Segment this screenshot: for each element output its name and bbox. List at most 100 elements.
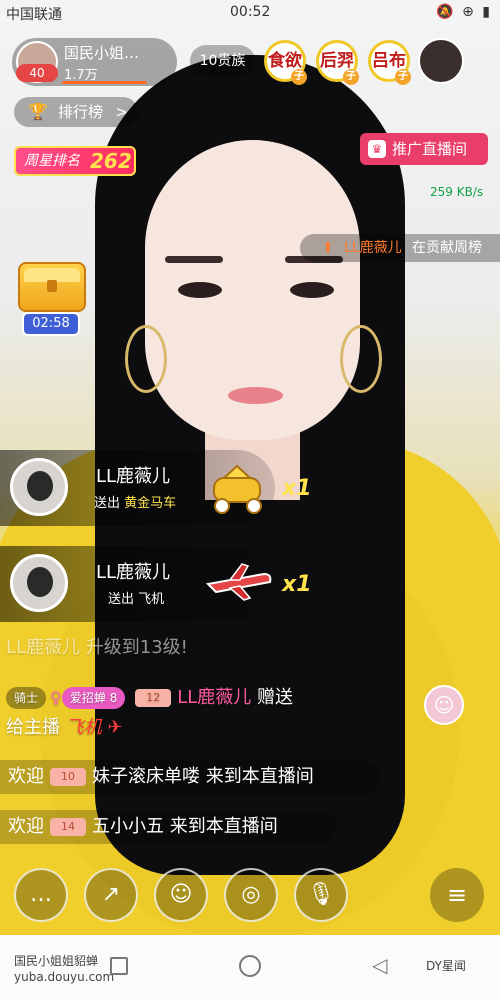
fan-badge-sub: 子 xyxy=(291,69,307,85)
knight-badge: 骑士 xyxy=(6,687,47,709)
contribution-banner[interactable]: ⬆ LL鹿薇儿 在贡献周榜 xyxy=(300,234,500,262)
user-level: 14 xyxy=(61,820,75,833)
chat-button[interactable]: … xyxy=(14,868,68,922)
chevron-right-icon: > xyxy=(115,103,128,121)
host-name: 国民小姐… xyxy=(64,44,140,62)
user-level: 12 xyxy=(146,691,161,704)
user-level-badge: 10 xyxy=(50,768,86,786)
fan-badge-label: 吕布 xyxy=(372,51,406,71)
back-button[interactable]: ◁ xyxy=(372,953,387,977)
fan-badge-sub: 子 xyxy=(343,69,359,85)
weekly-rank-value: 262 xyxy=(90,149,132,173)
airplane-icon: ✈ xyxy=(107,717,123,738)
fan-badge-label: 后羿 xyxy=(320,51,354,71)
chat-gift-message: 骑士 ♀ 爱招蝉 8 12 LL鹿薇儿 赠送 给主播 飞机 ✈ xyxy=(6,683,416,743)
contribution-user: LL鹿薇儿 xyxy=(344,240,402,256)
host-progress-bar xyxy=(62,81,147,84)
golden-carriage-icon xyxy=(213,464,262,514)
promote-label: 推广直播间 xyxy=(392,140,468,158)
gift-banner: LL鹿薇儿 送出 黄金马车 x1 xyxy=(0,450,312,526)
welcome-user: 五小小五 xyxy=(92,816,164,837)
trophy-icon: 🏆 xyxy=(28,102,48,121)
gift-name: 飞机 xyxy=(138,592,165,607)
camera-switch-button[interactable]: ◎ xyxy=(224,868,278,922)
gift-name: 黄金马车 xyxy=(124,496,177,511)
status-bar: 中国联通 00:52 🔕 ⊕ ▮ xyxy=(0,0,500,26)
gift-sender: LL鹿薇儿 xyxy=(96,466,171,487)
share-button[interactable]: ↗ xyxy=(84,868,138,922)
user-level-badge: 12 xyxy=(135,689,172,707)
gift-description: 送出 飞机 xyxy=(108,588,164,607)
contribution-text: 在贡献周榜 xyxy=(412,240,482,256)
gift-description: 送出 黄金马车 xyxy=(94,492,176,511)
airplane-icon xyxy=(205,563,272,601)
fan-badge-sub: 子 xyxy=(395,69,411,85)
knight-label: 骑士 xyxy=(14,691,39,705)
crown-icon: ♛ xyxy=(368,140,386,158)
brand-watermark: DY星闻 xyxy=(426,959,466,973)
weekly-rank-label: 周星排名 xyxy=(24,153,80,169)
system-nav-bar: 国民小姐姐貂蝉 yuba.douyu.com ◁ DY星闻 xyxy=(0,935,500,1000)
video-earring xyxy=(340,325,382,393)
female-icon: ♀ xyxy=(50,688,62,707)
gift-multiplier: x1 xyxy=(282,476,312,501)
promote-button[interactable]: ♛ 推广直播间 xyxy=(360,133,488,165)
host-level-badge: 40 xyxy=(16,64,58,82)
video-brow xyxy=(165,256,223,263)
user-avatar xyxy=(10,458,68,516)
video-earring xyxy=(125,325,167,393)
chest-lock xyxy=(47,280,57,292)
welcome-user: 妹子滚床单喽 xyxy=(92,766,200,787)
video-eye xyxy=(178,282,222,298)
carrier-label: 中国联通 xyxy=(6,7,62,23)
weekly-rank-badge[interactable]: 周星排名 262 xyxy=(14,146,136,176)
welcome-message: 欢迎 10 妹子滚床单喽 来到本直播间 xyxy=(0,760,380,794)
watermark-line2: yuba.douyu.com xyxy=(14,970,115,984)
gift-multiplier: x1 xyxy=(282,572,312,597)
welcome-prefix: 欢迎 xyxy=(8,766,44,787)
chat-upgrade-message: LL鹿薇儿 升级到13级! xyxy=(6,633,188,663)
gift-prefix: 送出 xyxy=(94,496,121,511)
status-icons: 🔕 ⊕ ▮ xyxy=(436,4,492,20)
watermark-line1: 国民小姐姐貂蝉 xyxy=(14,954,99,968)
arrow-up-icon: ⬆ xyxy=(322,240,334,256)
fan-club-badge: 爱招蝉 8 xyxy=(61,687,126,709)
viewer-avatar[interactable] xyxy=(418,38,464,84)
welcome-message: 欢迎 14 五小小五 来到本直播间 xyxy=(0,810,336,844)
video-lips xyxy=(228,387,283,404)
treasure-chest-icon[interactable] xyxy=(18,262,86,312)
welcome-prefix: 欢迎 xyxy=(8,816,44,837)
user-avatar xyxy=(10,554,68,612)
gift-banner: LL鹿薇儿 送出 飞机 x1 xyxy=(0,546,312,622)
network-speed: 259 KB/s xyxy=(430,185,484,199)
video-eye xyxy=(290,282,334,298)
chat-verb: 赠送 xyxy=(257,687,294,708)
fan-club-label: 爱招蝉 xyxy=(69,691,106,705)
chat-gift-name: 飞机 xyxy=(65,717,102,738)
ranking-button[interactable]: 🏆 排行榜 > xyxy=(14,97,138,127)
gift-prefix: 送出 xyxy=(108,592,135,607)
watermark: 国民小姐姐貂蝉 yuba.douyu.com xyxy=(14,953,114,985)
emoji-bubble-icon[interactable]: ☺ xyxy=(424,685,464,725)
user-level: 10 xyxy=(61,770,75,783)
fan-badge[interactable]: 后羿子 xyxy=(316,40,359,85)
noble-button[interactable]: 10贵族 xyxy=(190,45,255,77)
menu-button[interactable]: ≡ xyxy=(430,868,484,922)
ranking-label: 排行榜 xyxy=(58,103,104,121)
welcome-suffix: 来到本直播间 xyxy=(169,816,278,837)
fan-club-level: 8 xyxy=(109,691,118,705)
emoji-button[interactable]: ☺ xyxy=(154,868,208,922)
upgrade-text: LL鹿薇儿 升级到13级! xyxy=(6,637,188,658)
fan-badge[interactable]: 食欲子 xyxy=(264,40,307,85)
fan-badge[interactable]: 吕布子 xyxy=(368,40,411,85)
host-level: 40 xyxy=(29,66,45,80)
recent-apps-button[interactable] xyxy=(110,957,128,975)
chat-user: LL鹿薇儿 xyxy=(177,687,252,708)
welcome-suffix: 来到本直播间 xyxy=(205,766,314,787)
treasure-timer: 02:58 xyxy=(22,312,80,336)
chat-target: 给主播 xyxy=(6,717,60,738)
fan-badge-label: 食欲 xyxy=(268,51,302,71)
home-button[interactable] xyxy=(239,955,261,977)
mic-button[interactable]: 🎙 xyxy=(294,868,348,922)
clock: 00:52 xyxy=(230,4,271,20)
